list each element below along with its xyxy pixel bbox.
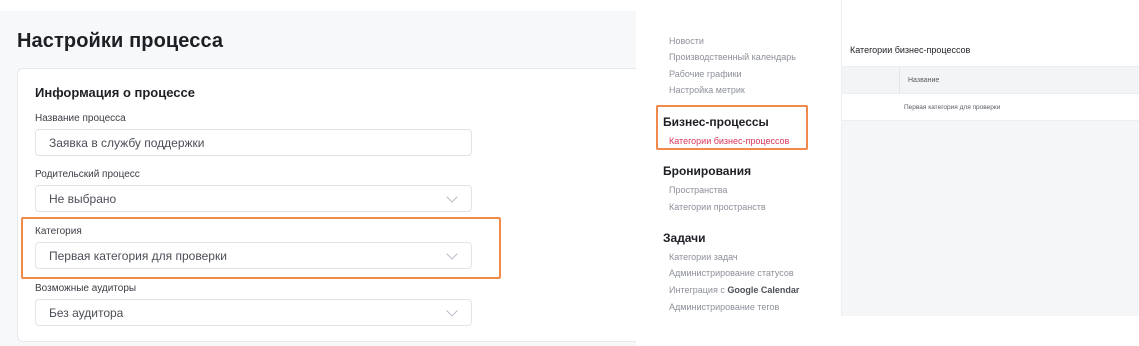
process-info-card: Информация о процессе Название процесса … [17, 68, 636, 342]
bp-categories-highlight-frame [656, 105, 808, 150]
auditors-select[interactable]: Без аудитора [35, 299, 472, 326]
table-header: Название [842, 66, 1139, 95]
sidebar-item-news[interactable]: Новости [669, 36, 704, 46]
sidebar-section-bookings: Бронирования [663, 164, 752, 178]
column-header-name[interactable]: Название [908, 77, 939, 84]
chevron-down-icon [446, 190, 458, 203]
page-title: Настройки процесса [17, 30, 224, 52]
settings-sidebar: Новости Производственный календарь Рабоч… [655, 0, 841, 316]
parent-process-value: Не выбрано [49, 191, 117, 206]
screenshot-root: Настройки процесса Информация о процессе… [0, 0, 1139, 346]
google-calendar-brand: Google Calendar [727, 285, 800, 295]
sidebar-item-space-categories[interactable]: Категории пространств [669, 202, 766, 212]
sidebar-item-spaces[interactable]: Пространства [669, 185, 727, 195]
process-settings-panel: Настройки процесса Информация о процессе… [0, 11, 636, 346]
sidebar-item-work-schedules[interactable]: Рабочие графики [669, 69, 742, 79]
categories-panel: Категории бизнес-процессов Название Перв… [841, 0, 1139, 316]
process-name-input[interactable]: Заявка в службу поддержки [35, 129, 472, 156]
parent-process-label: Родительский процесс [35, 169, 140, 180]
table-row[interactable]: Первая категория для проверки [842, 94, 1139, 121]
sidebar-item-google-calendar-integration[interactable]: Интеграция с Google Calendar [669, 285, 799, 295]
integration-label: Интеграция с [669, 285, 728, 295]
table-cell-name: Первая категория для проверки [904, 104, 1001, 111]
sidebar-item-status-admin[interactable]: Администрирование статусов [669, 268, 794, 278]
sidebar-item-task-categories[interactable]: Категории задач [669, 252, 738, 262]
parent-process-select[interactable]: Не выбрано [35, 185, 472, 212]
sidebar-item-tags-admin[interactable]: Администрирование тегов [669, 302, 779, 312]
sidebar-section-tasks: Задачи [663, 231, 706, 245]
categories-title: Категории бизнес-процессов [850, 45, 971, 55]
auditors-value: Без аудитора [49, 305, 124, 320]
sidebar-item-metrics-settings[interactable]: Настройка метрик [669, 85, 745, 95]
category-highlight-frame [21, 217, 501, 279]
auditors-label: Возможные аудиторы [35, 283, 137, 294]
sidebar-item-production-calendar[interactable]: Производственный календарь [669, 52, 796, 62]
process-name-value: Заявка в службу поддержки [49, 135, 205, 150]
card-title: Информация о процессе [35, 85, 195, 100]
categories-header: Категории бизнес-процессов [842, 0, 1139, 66]
column-divider [899, 67, 900, 95]
process-name-label: Название процесса [35, 113, 126, 124]
chevron-down-icon [446, 304, 458, 317]
